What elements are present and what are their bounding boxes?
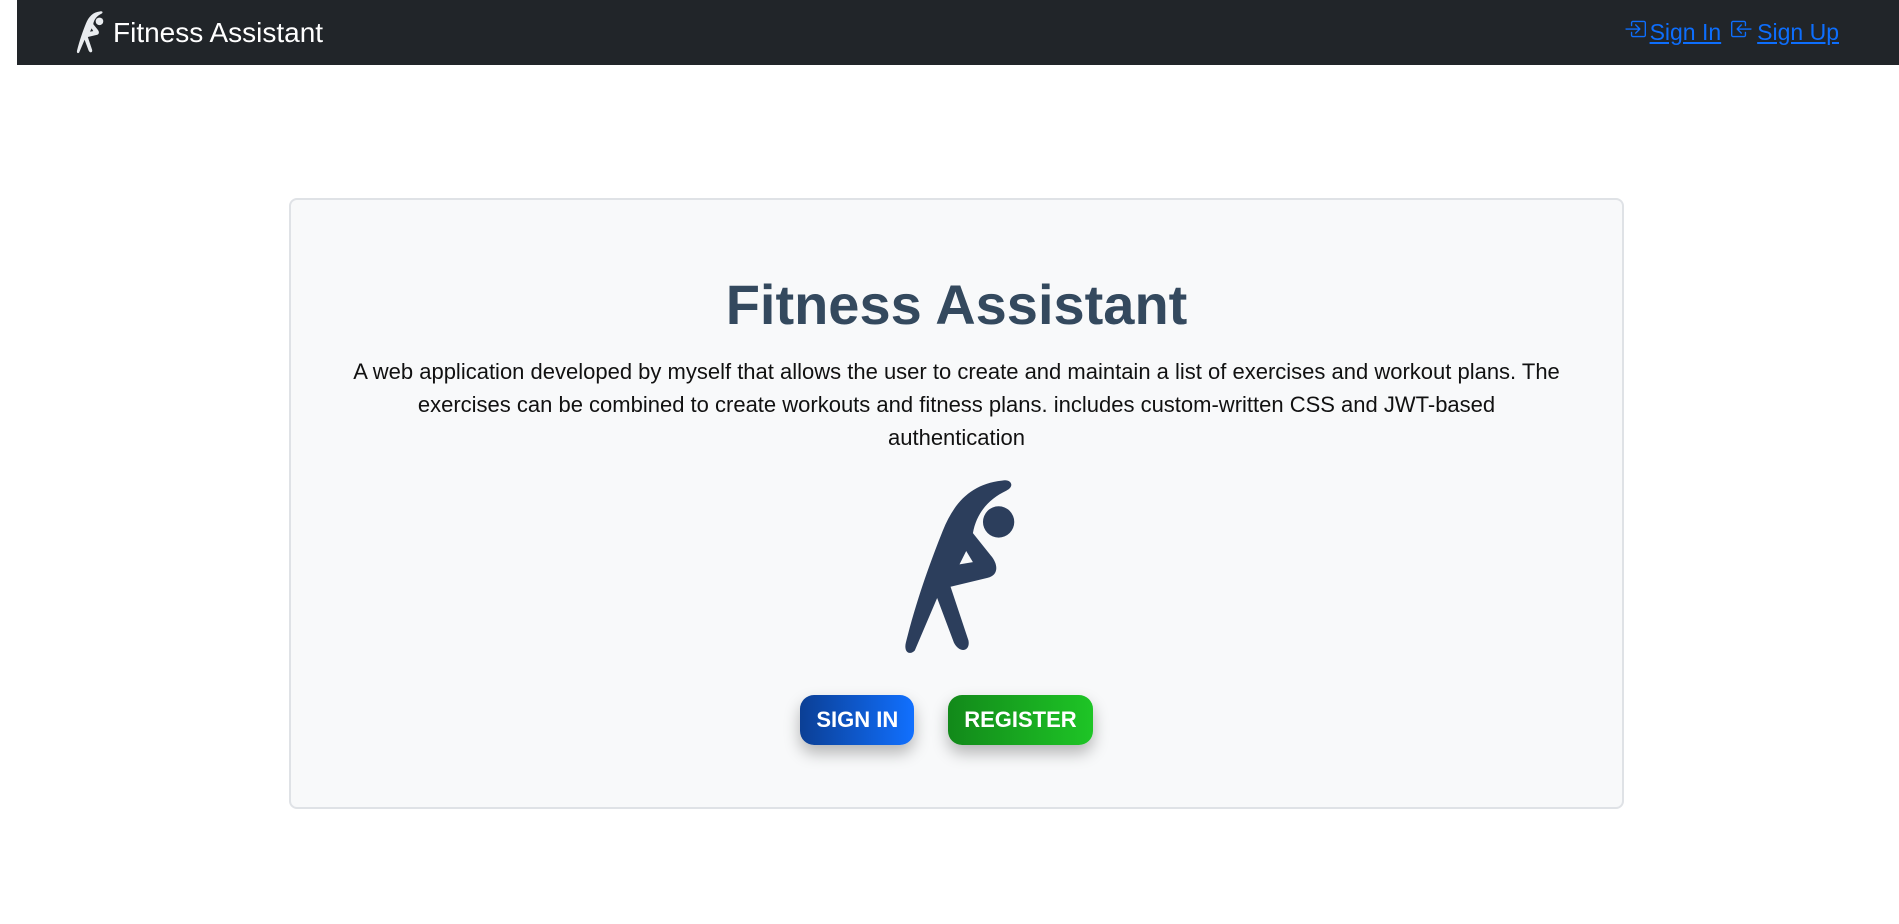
nav-sign-in-label: Sign In bbox=[1649, 18, 1722, 45]
sign-in-button[interactable]: SIGN IN bbox=[800, 695, 915, 745]
hero-card: Fitness Assistant A web application deve… bbox=[289, 198, 1624, 809]
hero-description: A web application developed by myself th… bbox=[353, 359, 1560, 450]
hero-button-row: SIGN IN REGISTER bbox=[291, 695, 1622, 745]
nav-links: Sign In Sign Up bbox=[1624, 18, 1839, 46]
hero-title: Fitness Assistant bbox=[725, 273, 1188, 336]
brand-link[interactable]: Fitness Assistant bbox=[72, 10, 323, 56]
sign-up-icon bbox=[1731, 18, 1753, 46]
nav-sign-up-link[interactable]: Sign Up bbox=[1731, 18, 1839, 46]
nav-sign-up-label: Sign Up bbox=[1757, 18, 1839, 45]
stretching-person-icon bbox=[72, 10, 108, 56]
top-navbar: Fitness Assistant Sign In Sign Up bbox=[17, 0, 1899, 65]
nav-sign-in-link[interactable]: Sign In bbox=[1624, 18, 1722, 46]
register-button[interactable]: REGISTER bbox=[948, 695, 1093, 745]
sign-in-icon bbox=[1624, 18, 1646, 46]
stretching-person-icon bbox=[892, 475, 1027, 665]
brand-label: Fitness Assistant bbox=[113, 17, 324, 48]
